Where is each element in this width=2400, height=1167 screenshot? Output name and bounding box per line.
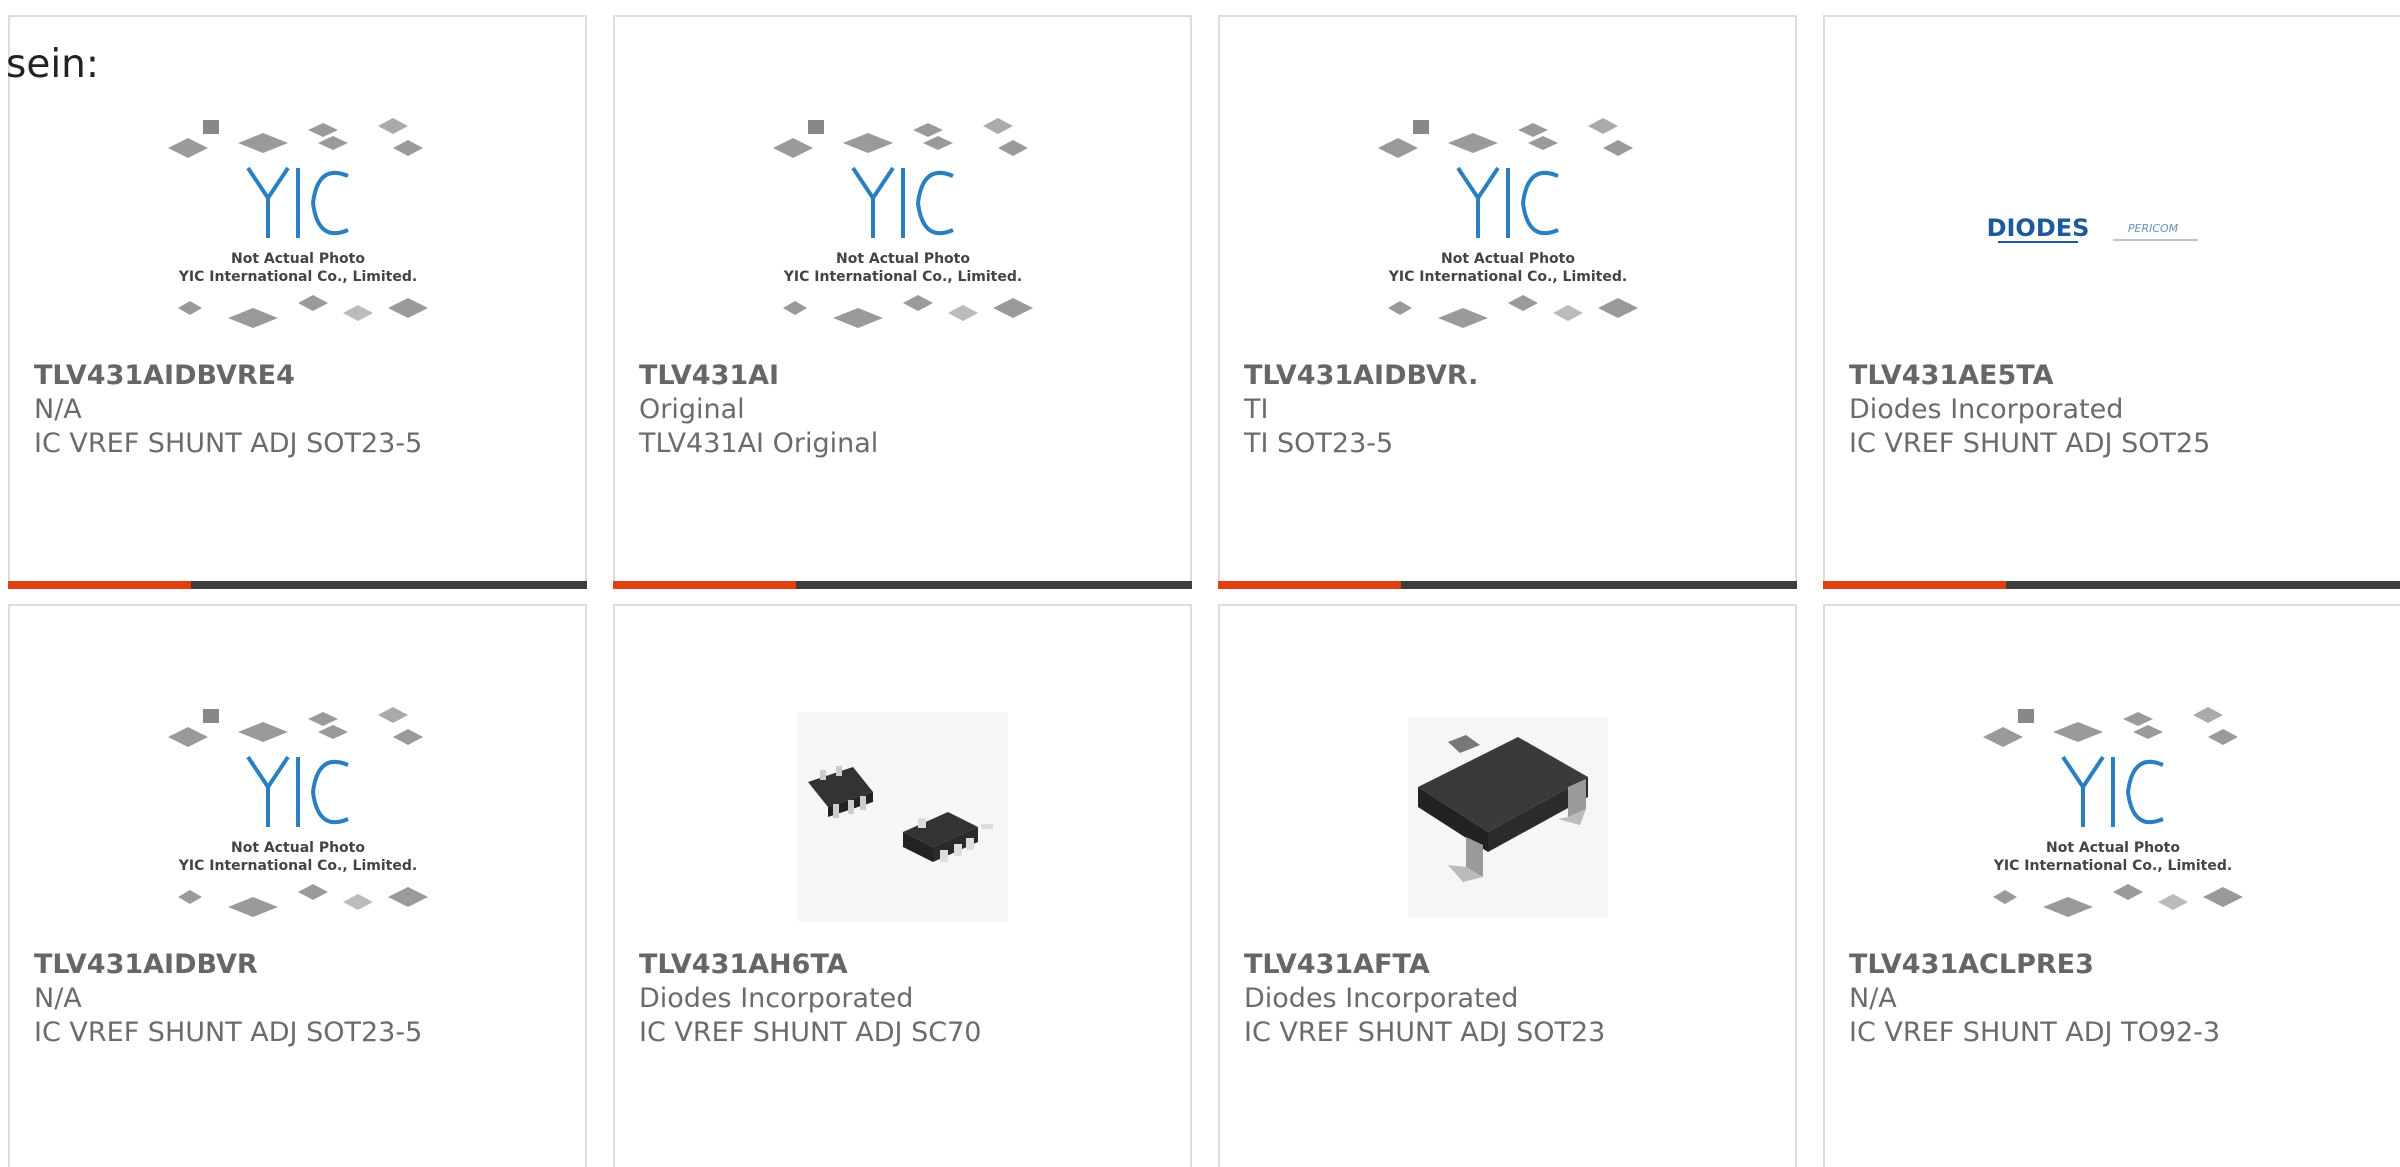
lead-text: sein:	[6, 42, 100, 87]
yic-placeholder-icon: Not Actual Photo YIC International Co., …	[1220, 92, 1795, 364]
manufacturer: N/A	[1849, 983, 1897, 1014]
product-card[interactable]: TLV431AFTA Diodes Incorporated IC VREF S…	[1218, 604, 1797, 1167]
sc70-chip-icon	[615, 681, 1190, 953]
manufacturer: TI	[1244, 394, 1269, 425]
yic-placeholder-icon: Not Actual Photo YIC International Co., …	[10, 681, 585, 953]
part-number[interactable]: TLV431AI	[639, 359, 1178, 393]
part-number[interactable]: TLV431AIDBVR	[34, 948, 573, 982]
yic-placeholder-icon: Not Actual Photo YIC International Co., …	[615, 92, 1190, 364]
description: TLV431AI Original	[639, 428, 879, 459]
product-card[interactable]: TLV431AH6TA Diodes Incorporated IC VREF …	[613, 604, 1192, 1167]
product-card[interactable]: Not Actual Photo YIC International Co., …	[8, 604, 587, 1167]
product-grid-page: sein: Not Actual Photo YIC International…	[0, 0, 2400, 1167]
svg-text:Not Actual Photo: Not Actual Photo	[836, 251, 970, 267]
svg-text:Not Actual Photo: Not Actual Photo	[231, 840, 365, 856]
description: IC VREF SHUNT ADJ SOT23-5	[34, 428, 423, 459]
description: TI SOT23-5	[1244, 428, 1394, 459]
product-card[interactable]: Not Actual Photo YIC International Co., …	[1218, 15, 1797, 589]
part-number[interactable]: TLV431AIDBVRE4	[34, 359, 573, 393]
manufacturer: N/A	[34, 394, 82, 425]
placeholder-line2: YIC International Co., Limited.	[177, 269, 416, 285]
part-number[interactable]: TLV431AH6TA	[639, 948, 1178, 982]
svg-text:DIODES: DIODES	[1986, 214, 2089, 242]
svg-text:PERICOM: PERICOM	[2127, 222, 2178, 235]
svg-text:YIC International Co., Limited: YIC International Co., Limited.	[1387, 269, 1626, 285]
sot23-chip-icon	[1220, 681, 1795, 953]
card-bar	[613, 581, 1192, 589]
placeholder-line1: Not Actual Photo	[231, 251, 365, 267]
svg-text:YIC International Co., Limited: YIC International Co., Limited.	[177, 858, 416, 874]
manufacturer: Diodes Incorporated	[1849, 394, 2124, 425]
product-card[interactable]: Not Actual Photo YIC International Co., …	[8, 15, 587, 589]
product-card[interactable]: Not Actual Photo YIC International Co., …	[613, 15, 1192, 589]
svg-text:Not Actual Photo: Not Actual Photo	[1441, 251, 1575, 267]
manufacturer: Diodes Incorporated	[639, 983, 914, 1014]
part-number[interactable]: TLV431AE5TA	[1849, 359, 2388, 393]
description: IC VREF SHUNT ADJ TO92-3	[1849, 1017, 2221, 1048]
description: IC VREF SHUNT ADJ SOT25	[1849, 428, 2211, 459]
svg-text:Not Actual Photo: Not Actual Photo	[2046, 840, 2180, 856]
product-card[interactable]: DIODES PERICOM TLV431AE5TA Diodes Incorp…	[1823, 15, 2400, 589]
part-number[interactable]: TLV431AFTA	[1244, 948, 1783, 982]
diodes-pericom-logo: DIODES PERICOM	[1825, 92, 2400, 364]
description: IC VREF SHUNT ADJ SOT23	[1244, 1017, 1606, 1048]
card-bar	[8, 581, 587, 589]
card-bar	[1218, 581, 1797, 589]
manufacturer: Original	[639, 394, 745, 425]
manufacturer: N/A	[34, 983, 82, 1014]
yic-placeholder-icon: Not Actual Photo YIC International Co., …	[10, 92, 585, 364]
description: IC VREF SHUNT ADJ SOT23-5	[34, 1017, 423, 1048]
yic-placeholder-icon: Not Actual Photo YIC International Co., …	[1825, 681, 2400, 953]
part-number[interactable]: TLV431ACLPRE3	[1849, 948, 2388, 982]
part-number[interactable]: TLV431AIDBVR.	[1244, 359, 1783, 393]
product-card[interactable]: Not Actual Photo YIC International Co., …	[1823, 604, 2400, 1167]
svg-text:YIC International Co., Limited: YIC International Co., Limited.	[1992, 858, 2231, 874]
svg-text:YIC International Co., Limited: YIC International Co., Limited.	[782, 269, 1021, 285]
product-grid: Not Actual Photo YIC International Co., …	[8, 15, 2400, 1167]
card-bar	[1823, 581, 2400, 589]
manufacturer: Diodes Incorporated	[1244, 983, 1519, 1014]
description: IC VREF SHUNT ADJ SC70	[639, 1017, 982, 1048]
